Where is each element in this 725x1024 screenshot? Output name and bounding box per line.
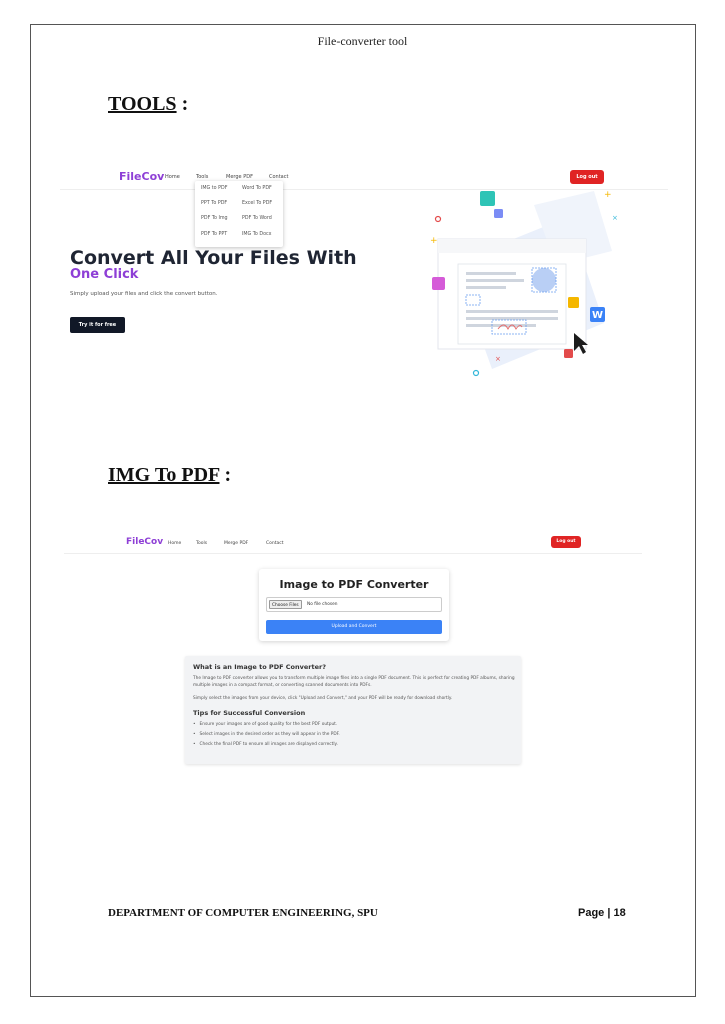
- decor-cross: ×: [495, 355, 501, 363]
- section-title-tools-text: TOOLS: [108, 93, 177, 115]
- menu-item-word-to-pdf[interactable]: Word To PDF: [242, 186, 272, 191]
- svg-text:W: W: [592, 310, 603, 321]
- menu-item-excel-to-pdf[interactable]: Excel To PDF: [242, 201, 272, 206]
- tip-item: Check the final PDF to ensure all images…: [193, 740, 340, 750]
- menu-item-img-to-docx[interactable]: IMG To Docx: [242, 232, 271, 237]
- info-paragraph: Simply select the images from your devic…: [193, 696, 453, 701]
- section-title-img-to-pdf: IMG To PDF :: [108, 464, 231, 487]
- section-title-img-to-pdf-text: IMG To PDF: [108, 464, 220, 486]
- illus-circle-shape: [532, 268, 556, 292]
- brand-logo[interactable]: FileCov: [126, 537, 163, 547]
- logout-button[interactable]: Log out: [551, 536, 581, 548]
- red-square-icon: [564, 349, 573, 358]
- info-heading: What is an Image to PDF Converter?: [193, 663, 326, 671]
- image-icon: [494, 209, 503, 218]
- decor-circle: [472, 369, 480, 377]
- hero-description: Simply upload your files and click the c…: [70, 291, 218, 297]
- menu-item-pdf-to-word[interactable]: PDF To Word: [242, 216, 272, 221]
- edit-icon: [480, 191, 495, 206]
- section-title-tools-colon: :: [176, 93, 189, 115]
- nav-home[interactable]: Home: [168, 541, 181, 546]
- tip-item: Select images in the desired order as th…: [193, 730, 340, 740]
- menu-item-pdf-to-img[interactable]: PDF To Img: [201, 216, 228, 221]
- no-file-label: No file chosen: [307, 602, 338, 607]
- upload-convert-button[interactable]: Upload and Convert: [266, 620, 442, 634]
- illus-text-line: [466, 317, 558, 320]
- img-to-pdf-screenshot: FileCov Home Tools Merge PDF Contact Log…: [64, 533, 642, 778]
- info-paragraph: The Image to PDF converter allows you to…: [193, 676, 515, 688]
- menu-item-ppt-to-pdf[interactable]: PPT To PDF: [201, 201, 227, 206]
- hero-illustration: W + + × ×: [430, 190, 618, 377]
- illus-text-line: [466, 272, 516, 275]
- nav-tools[interactable]: Tools: [196, 174, 208, 180]
- pdf-icon: [432, 277, 445, 290]
- decor-circle: [434, 215, 442, 223]
- footer-department: DEPARTMENT OF COMPUTER ENGINEERING, SPU: [108, 907, 378, 919]
- nav-merge-pdf[interactable]: Merge PDF: [226, 174, 253, 180]
- file-input[interactable]: Choose Files No file chosen: [266, 597, 442, 612]
- nav-contact[interactable]: Contact: [266, 541, 284, 546]
- footer-page-number: Page | 18: [578, 907, 626, 919]
- brand-logo[interactable]: FileCov: [119, 170, 164, 183]
- decor-cross: ×: [612, 214, 618, 222]
- illus-text-line: [466, 310, 558, 313]
- menu-item-img-to-pdf[interactable]: IMG to PDF: [201, 186, 227, 191]
- converter-title: Image to PDF Converter: [279, 578, 429, 591]
- hero-title: Convert All Your Files With: [70, 247, 357, 269]
- nav-contact[interactable]: Contact: [269, 174, 288, 180]
- section-title-img-to-pdf-colon: :: [219, 464, 232, 486]
- illus-editor-toolbar: [438, 239, 586, 253]
- choose-files-button[interactable]: Choose Files: [269, 600, 302, 609]
- nav-tools[interactable]: Tools: [196, 541, 207, 546]
- tools-dropdown: IMG to PDF PPT To PDF PDF To Img PDF To …: [195, 181, 283, 247]
- nav-merge-pdf[interactable]: Merge PDF: [224, 541, 248, 546]
- tools-screenshot: FileCov Home Tools Merge PDF Contact Log…: [60, 163, 668, 398]
- illus-text-line: [466, 286, 506, 289]
- decor-plus: +: [604, 190, 612, 200]
- section-title-tools: TOOLS :: [108, 93, 188, 116]
- try-free-button[interactable]: Try it for free: [70, 317, 125, 333]
- converter-card: Image to PDF Converter Choose Files No f…: [259, 569, 449, 641]
- tip-item: Ensure your images are of good quality f…: [193, 720, 340, 730]
- decor-plus: +: [430, 236, 438, 246]
- nav-home[interactable]: Home: [165, 174, 180, 180]
- navbar: FileCov Home Tools Merge PDF Contact Log…: [64, 533, 642, 554]
- tips-list: Ensure your images are of good quality f…: [193, 720, 340, 750]
- tips-heading: Tips for Successful Conversion: [193, 709, 306, 717]
- info-panel: What is an Image to PDF Converter? The I…: [185, 656, 521, 764]
- hero-subtitle: One Click: [70, 267, 139, 282]
- menu-item-pdf-to-ppt[interactable]: PDF To PPT: [201, 232, 227, 237]
- picture-icon: [568, 297, 579, 308]
- document-header: File-converter tool: [317, 34, 408, 48]
- illus-text-line: [466, 279, 524, 282]
